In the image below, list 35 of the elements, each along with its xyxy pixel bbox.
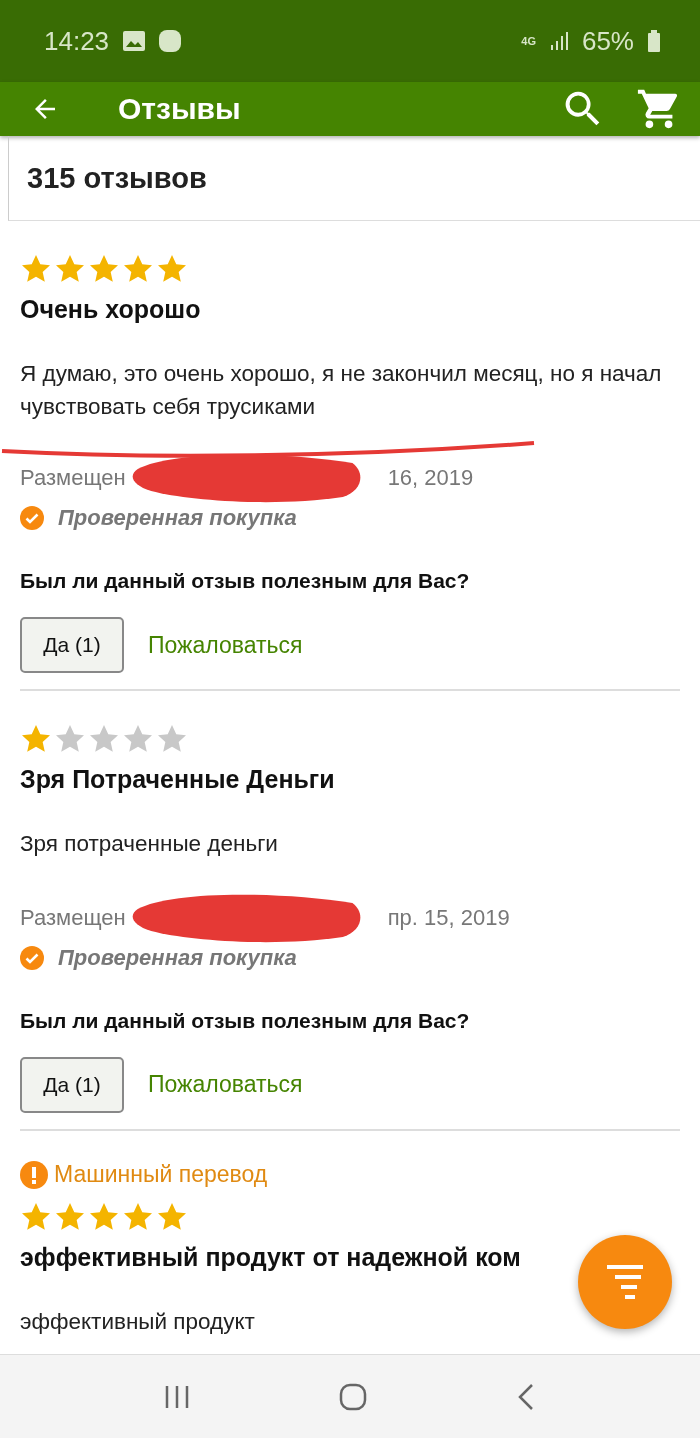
report-link[interactable]: Пожаловаться bbox=[148, 1071, 303, 1099]
posted-date: пр. 15, 2019 bbox=[387, 904, 510, 931]
screen-title: Отзывы bbox=[118, 92, 242, 126]
filter-button[interactable] bbox=[578, 1235, 672, 1329]
helpful-question: Был ли данный отзыв полезным для Вас? bbox=[20, 1008, 471, 1033]
filter-icon bbox=[605, 1263, 645, 1301]
posted-date: 16, 2019 bbox=[387, 465, 474, 492]
signal-icon bbox=[549, 32, 568, 50]
recent-apps-icon[interactable] bbox=[164, 1383, 190, 1410]
battery-icon bbox=[648, 30, 660, 52]
verified-check-icon bbox=[20, 506, 44, 531]
review-count: 315 отзывов bbox=[27, 161, 207, 195]
review-title: Зря Потраченные Деньги bbox=[20, 765, 336, 795]
verified-purchase-label: Проверенная покупка bbox=[58, 944, 297, 971]
posted-label: Размещен bbox=[20, 465, 126, 492]
battery-level: 65% bbox=[581, 25, 634, 57]
verified-check-icon bbox=[20, 945, 44, 970]
helpful-yes-button[interactable]: Да (1) bbox=[20, 1056, 124, 1113]
back-icon[interactable] bbox=[516, 1381, 536, 1412]
verified-purchase-label: Проверенная покупка bbox=[58, 505, 297, 532]
home-icon[interactable] bbox=[338, 1381, 368, 1412]
review-title: эффективный продукт от надежной ком bbox=[20, 1242, 522, 1272]
status-time: 14:23 bbox=[44, 25, 110, 57]
review-text: Зря потраченные деньги bbox=[20, 830, 279, 859]
posted-label: Размещен bbox=[20, 904, 126, 931]
review-text: эффективный продукт bbox=[20, 1307, 256, 1336]
report-link[interactable]: Пожаловаться bbox=[148, 631, 303, 659]
review-title: Очень хорошо bbox=[20, 295, 202, 324]
machine-translation-label: Машинный перевод bbox=[54, 1161, 268, 1189]
image-icon bbox=[123, 31, 146, 51]
warning-icon bbox=[20, 1160, 48, 1189]
helpful-yes-button[interactable]: Да (1) bbox=[20, 617, 124, 674]
review-text: Я думаю, это очень хорошо, я не закончил месяц, но я начал чувствовать себя трусиками bbox=[20, 360, 663, 421]
network-label: 4G bbox=[521, 35, 536, 47]
helpful-question: Был ли данный отзыв полезным для Вас? bbox=[20, 569, 471, 594]
